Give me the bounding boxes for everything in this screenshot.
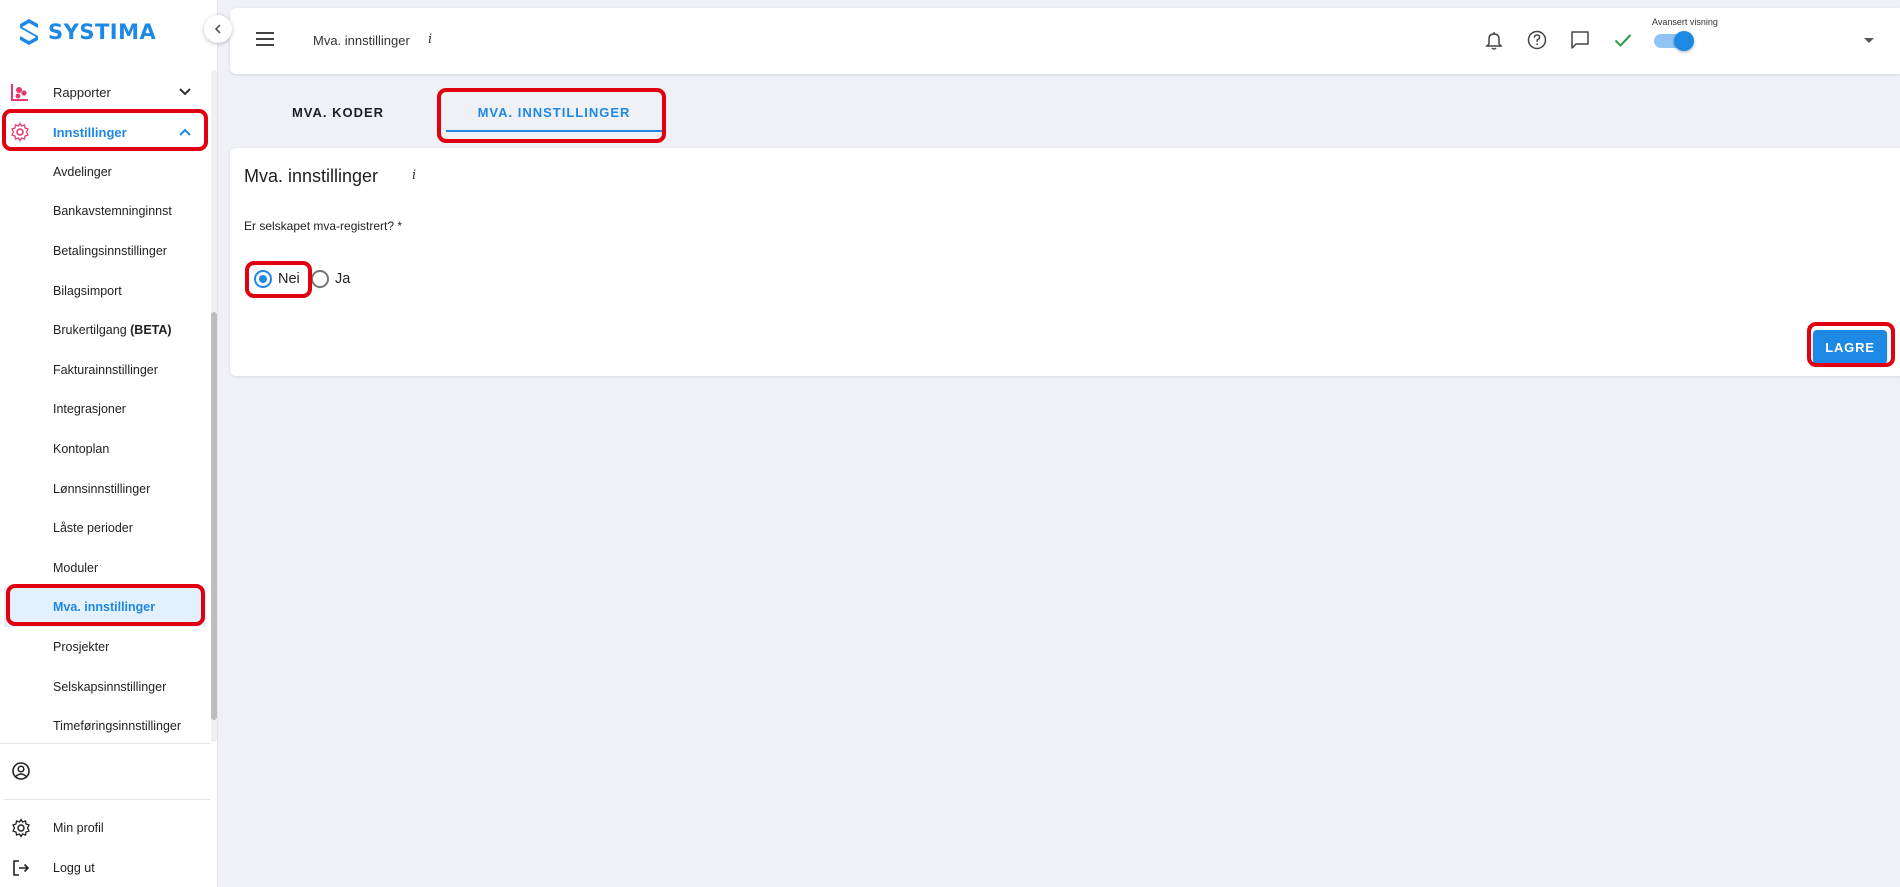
sidebar-item-bankavstemninginnst[interactable]: Bankavstemninginnst — [0, 192, 210, 232]
account-button[interactable] — [0, 744, 210, 798]
sidebar-bottom-links: Min profil Logg ut — [0, 808, 210, 887]
sidebar-item-label: Integrasjoner — [53, 402, 126, 417]
sidebar-item-label: Rapporter — [53, 84, 111, 100]
bell-icon[interactable] — [1483, 29, 1505, 51]
account-circle-icon — [12, 762, 30, 780]
vat-settings-card: Mva. innstillinger i Er selskapet mva-re… — [230, 148, 1900, 376]
radio-nei[interactable]: Nei — [254, 270, 300, 288]
sidebar-item-kontoplan[interactable]: Kontoplan — [0, 429, 210, 469]
sidebar-item-label: Moduler — [53, 560, 99, 575]
sidebar-item-selskapsinnstillinger[interactable]: Selskapsinnstillinger — [0, 667, 210, 707]
logo-text: SYSTIMA — [48, 20, 157, 44]
chat-icon[interactable] — [1569, 29, 1591, 51]
beta-badge: (BETA) — [130, 323, 172, 338]
tab-mva-koder[interactable]: MVA. KODER — [250, 92, 426, 132]
sidebar-divider — [4, 799, 210, 800]
logo[interactable]: SYSTIMA — [18, 18, 156, 46]
info-icon[interactable]: i — [412, 168, 416, 183]
sidebar-item-laste-perioder[interactable]: Låste perioder — [0, 508, 210, 548]
toggle-knob[interactable] — [1674, 31, 1694, 51]
advanced-view-label: Avansert visning — [1652, 17, 1718, 27]
sidebar-item-label: Kontoplan — [53, 441, 110, 456]
sidebar-item-integrasjoner[interactable]: Integrasjoner — [0, 390, 210, 430]
min-profil-link[interactable]: Min profil — [0, 808, 210, 848]
sidebar-item-bilagsimport[interactable]: Bilagsimport — [0, 271, 210, 311]
sidebar-item-innstillinger[interactable]: Innstillinger — [0, 112, 210, 152]
card-title: Mva. innstillinger — [244, 166, 379, 186]
logout-link[interactable]: Logg ut — [0, 848, 210, 887]
help-icon[interactable] — [1526, 29, 1548, 51]
radio-label-nei: Nei — [278, 271, 300, 287]
radio-label-ja: Ja — [335, 271, 351, 287]
radio-button-nei[interactable] — [254, 270, 272, 288]
sidebar-item-label: Lønnsinnstillinger — [53, 481, 151, 496]
gear-icon — [12, 818, 30, 838]
radio-button-ja[interactable] — [311, 270, 329, 288]
sidebar-item-prosjekter[interactable]: Prosjekter — [0, 627, 210, 667]
sidebar: SYSTIMA Rapporter Innstillinger Avdeling… — [0, 0, 218, 887]
sidebar-item-avdelinger[interactable]: Avdelinger — [0, 152, 210, 192]
logout-label: Logg ut — [53, 861, 95, 875]
sidebar-item-betalingsinnstillinger[interactable]: Betalingsinnstillinger — [0, 231, 210, 271]
sidebar-item-moduler[interactable]: Moduler — [0, 548, 210, 588]
sidebar-item-label: Selskapsinnstillinger — [53, 679, 167, 694]
sidebar-item-label: Innstillinger — [53, 124, 127, 140]
sidebar-item-label: Bilagsimport — [53, 283, 122, 298]
page-title: Mva. innstillinger — [313, 33, 410, 48]
sidebar-item-brukertilgang[interactable]: Brukertilgang (BETA) — [0, 310, 210, 350]
sidebar-item-lonnsinnstillinger[interactable]: Lønnsinnstillinger — [0, 469, 210, 509]
menu-icon[interactable] — [256, 32, 274, 46]
sidebar-item-mva-innstillinger[interactable]: Mva. innstillinger — [4, 587, 206, 628]
caret-down-icon[interactable] — [1864, 38, 1874, 43]
chevron-down-icon — [179, 88, 191, 96]
sidebar-item-label: Avdelinger — [53, 164, 112, 179]
vat-registered-question: Er selskapet mva-registrert? * — [244, 219, 403, 233]
gear-icon — [11, 122, 29, 142]
sidebar-item-label: Betalingsinnstillinger — [53, 243, 167, 258]
systima-logo-icon — [20, 19, 38, 45]
sidebar-scrollbar[interactable] — [211, 70, 217, 742]
sidebar-item-rapporter[interactable]: Rapporter — [0, 72, 210, 112]
chevron-up-icon — [179, 128, 191, 136]
sidebar-item-label: Timeføringsinnstillinger — [53, 719, 182, 734]
sidebar-item-label: Prosjekter — [53, 639, 110, 654]
check-icon — [1614, 34, 1632, 47]
radio-ja[interactable]: Ja — [311, 270, 350, 288]
save-button[interactable]: LAGRE — [1813, 330, 1887, 364]
sidebar-scrollbar-thumb[interactable] — [211, 312, 217, 720]
top-bar: Mva. innstillinger i Avansert visning — [230, 8, 1900, 74]
chevron-left-icon — [214, 24, 221, 34]
min-profil-label: Min profil — [53, 821, 104, 835]
sidebar-item-label: Brukertilgang — [53, 323, 131, 338]
sidebar-item-label: Fakturainnstillinger — [53, 362, 158, 377]
logout-icon — [13, 860, 30, 876]
sidebar-item-label: Låste perioder — [53, 521, 133, 536]
tab-mva-innstillinger[interactable]: MVA. INNSTILLINGER — [444, 92, 664, 132]
sidebar-item-timeforingsinnstillinger[interactable]: Timeføringsinnstillinger — [0, 706, 210, 746]
sidebar-item-fakturainnstillinger[interactable]: Fakturainnstillinger — [0, 350, 210, 390]
collapse-sidebar-button[interactable] — [204, 15, 232, 43]
sidebar-bottom — [0, 743, 210, 798]
info-icon[interactable]: i — [428, 32, 432, 47]
sidebar-item-label: Mva. innstillinger — [53, 600, 156, 615]
active-tab-indicator — [446, 130, 662, 132]
sidebar-item-label: Bankavstemninginnst — [53, 204, 172, 219]
sidebar-nav: Rapporter Innstillinger Avdelinger Banka… — [0, 72, 210, 746]
bar-chart-icon — [11, 84, 28, 101]
